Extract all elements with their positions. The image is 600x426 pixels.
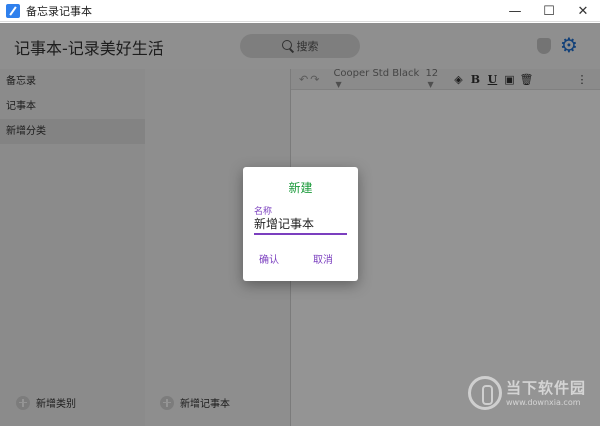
notepad-app-icon — [6, 4, 20, 18]
cancel-button[interactable]: 取消 — [313, 251, 333, 266]
watermark-text: 当下软件园 — [506, 377, 586, 398]
window-title: 备忘录记事本 — [26, 3, 92, 19]
watermark-logo-icon — [468, 376, 502, 410]
dialog-title: 新建 — [243, 179, 358, 196]
maximize-button[interactable]: ☐ — [532, 0, 566, 22]
name-input[interactable] — [254, 214, 347, 235]
confirm-button[interactable]: 确认 — [259, 251, 279, 266]
new-notebook-dialog: 新建 名称 确认 取消 — [243, 167, 358, 281]
window-controls: — ☐ ✕ — [498, 0, 600, 22]
watermark: 当下软件园 www.downxia.com — [468, 374, 596, 414]
minimize-button[interactable]: — — [498, 0, 532, 22]
close-button[interactable]: ✕ — [566, 0, 600, 22]
watermark-url: www.downxia.com — [506, 398, 581, 407]
window-titlebar: 备忘录记事本 — ☐ ✕ — [0, 0, 600, 22]
